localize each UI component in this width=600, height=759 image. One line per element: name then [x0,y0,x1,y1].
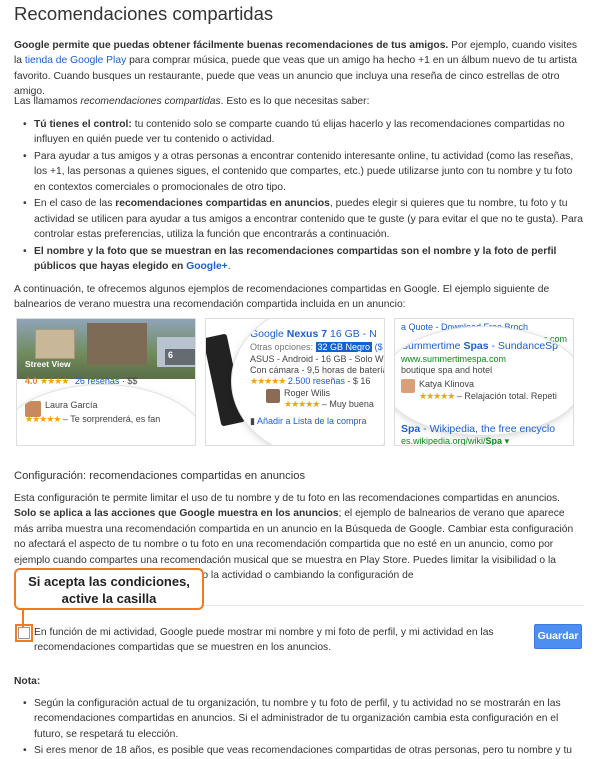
config-heading: Configuración: recomendaciones compartid… [14,470,306,482]
note-title: Nota: [14,676,41,687]
bookmark-icon: ▮ [250,416,255,426]
ad-options-pre: Otras opciones: [250,342,316,352]
config-text-1: Esta configuración te permite limitar el… [14,493,561,504]
spa-review-text: – Relajación total. Repeti [456,391,557,401]
ad-title-post: 16 GB - N [327,328,377,340]
note-item-text: Según la configuración actual de tu orga… [34,698,561,740]
add-to-list-label: Añadir a Lista de la compra [256,416,367,426]
rating-value: 4.0 [25,376,38,386]
reviewer-name: Laura García [45,400,98,410]
example-local-listing: Street View 6 4.0 ★★★★ 26 reseñas · $$ L… [16,318,196,446]
bullet-activity-text: Para ayudar a tus amigos y a otras perso… [34,150,574,193]
note-item: Si eres menor de 18 años, es posible que… [23,743,584,759]
examples-intro: A continuación, te ofrecemos algunos eje… [14,284,550,311]
magnified-review: Laura García ★★★★★ – Te sorprenderá, es … [17,385,195,445]
instruction-callout: Si acepta las condiciones, active la cas… [14,568,204,610]
bullet-ads-bold: recomendaciones compartidas en anuncios [115,198,330,210]
magnified-ad: Google Nexus 7 16 GB - N Otras opciones:… [232,319,384,445]
intro-paragraph: Google permite que puedas obtener fácilm… [14,38,584,100]
ad-review-stars: ★★★★★ [284,399,320,409]
spa-title-post: - SundanceSp [488,340,559,352]
spa-title-bold: Spas [463,340,489,352]
spa-review-stars: ★★★★★ [419,391,455,401]
review-line: ★★★★★ – Te sorprenderá, es fan [25,413,160,425]
shared-endorsements-checkbox[interactable] [15,624,33,642]
ad-title-pre: Google [250,328,287,340]
bullet-end: . [227,260,231,272]
note-item-text: Si eres menor de 18 años, es posible que… [34,745,573,757]
bullet-name-photo: El nombre y la foto que se muestran en l… [23,244,584,275]
spa-desc: boutique spa and hotel [401,365,493,375]
ad-rating: ★★★★★ 2.500 reseñas - $ 16 [250,375,370,387]
example-images: Street View 6 4.0 ★★★★ 26 reseñas · $$ L… [16,318,586,446]
photo-count-icon: 6 [165,349,195,365]
add-to-list-link[interactable]: ▮ Añadir a Lista de la compra [250,415,367,427]
spa-review-line: ★★★★★ – Relajación total. Repeti [419,390,557,402]
review-stars: ★★★★★ [25,414,61,424]
ad-options: Otras opciones: 32 GB Negro ($ 21 [250,341,384,353]
spa-reviewer-name: Katya Klinova [419,379,475,389]
bullet-control-bold: Tú tienes el control: [34,119,132,130]
bullet-control: Tú tienes el control: tu contenido solo … [23,117,584,148]
ad-stars: ★★★★★ [250,376,286,386]
ad-title-bold: Nexus 7 [286,328,328,340]
street-view-label: Street View [25,359,71,369]
lead-pre: Las llamamos [14,96,81,107]
avatar [266,389,280,403]
bullet-ads: En el caso de las recomendaciones compar… [23,196,584,242]
example-search-results: a Quote - Download Free Broch Tubs.com S… [394,318,574,446]
lead-em: recomendaciones compartidas [80,96,221,107]
street-photo: Street View 6 [17,319,195,379]
bullet-activity: Para ayudar a tus amigos y a otras perso… [23,149,584,195]
ad-review-line: ★★★★★ – Muy buena [284,398,374,410]
ad-review-text: – Muy buena [321,399,374,409]
example-shopping-ad: Google Nexus 7 16 GB - N Otras opciones:… [205,318,385,446]
note-item: Según la configuración actual de tu orga… [23,696,584,742]
google-play-link[interactable]: tienda de Google Play [25,55,126,66]
ad-price: - $ 16 [344,376,371,386]
lead-post: . Esto es lo que necesitas saber: [220,96,370,107]
ad-option-2: ($ 21 [374,342,384,352]
callout-line-2: active la casilla [61,591,157,606]
avatar [401,379,415,393]
bullet-ads-pre: En el caso de las [34,198,116,210]
spa-title-pre: Summertime [401,340,464,352]
save-button[interactable]: Guardar [534,624,582,649]
ad-reviews-link[interactable]: 2.500 reseñas [288,376,345,386]
dropdown-arrow-icon[interactable]: ▾ [505,436,510,445]
wiki-title-post: - Wikipedia, the free encyclo [420,423,556,435]
checkbox-label: En función de mi actividad, Google puede… [34,627,494,654]
callout-pointer [22,609,24,627]
intro-bold: Google permite que puedas obtener fácilm… [14,40,449,51]
magnified-result: Summertime Spas - SundanceSp www.summert… [395,327,573,435]
page-title: Recomendaciones compartidas [14,3,274,24]
wiki-url-pre: es.wikipedia.org/wiki/ [401,436,486,446]
config-bold: Solo se aplica a las acciones que Google… [14,508,339,520]
info-bullets: Tú tienes el control: tu contenido solo … [23,117,584,275]
google-plus-link[interactable]: Google+ [186,261,227,272]
price-level: · $$ [119,376,138,386]
callout-line-1: Si acepta las condiciones, [28,574,190,589]
rating-stars: ★★★★ [40,376,69,386]
ad-option-1[interactable]: 32 GB Negro [315,342,373,352]
page: Recomendaciones compartidas Google permi… [0,0,600,759]
bullet-name-photo-bold: El nombre y la foto que se muestran en l… [34,245,557,272]
building-shape [35,329,75,359]
wiki-url-bold: Spa [485,436,503,446]
lead-paragraph: Las llamamos recomendaciones compartidas… [14,94,584,109]
note-bullets: Según la configuración actual de tu orga… [23,696,584,759]
review-text: – Te sorprenderá, es fan [62,414,161,424]
wiki-url: es.wikipedia.org/wiki/Spa ▾ [401,435,510,446]
wiki-title-bold: Spa [401,423,421,435]
building-shape-2 [87,323,147,365]
